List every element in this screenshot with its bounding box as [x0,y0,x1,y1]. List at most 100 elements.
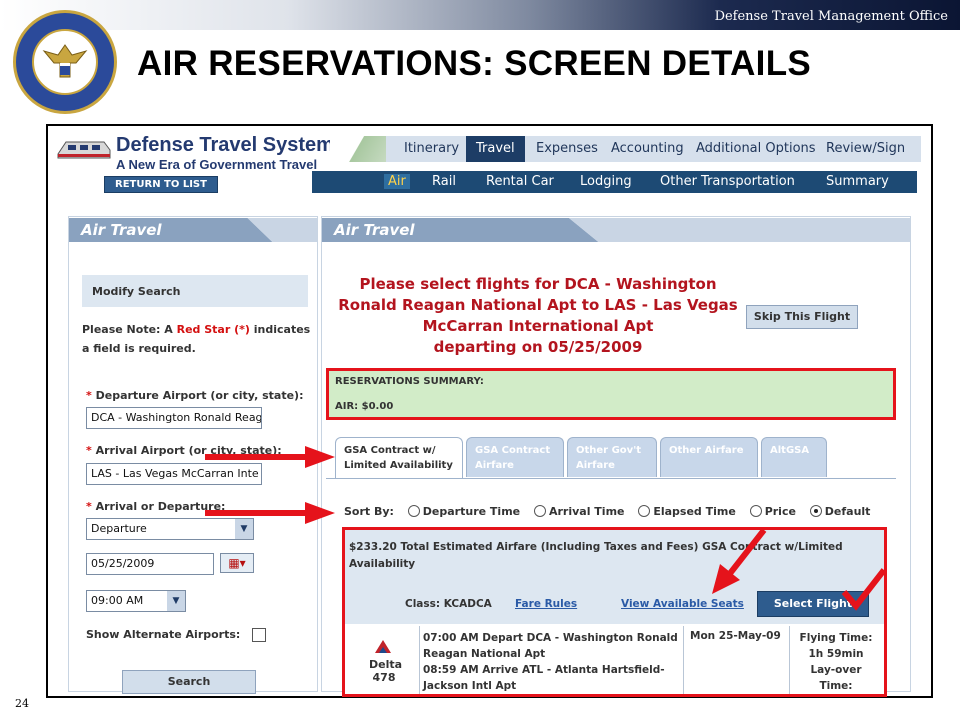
skip-this-flight-button[interactable]: Skip This Flight [746,305,858,329]
tab-altgsa[interactable]: AltGSA [761,437,827,477]
reservations-summary: RESERVATIONS SUMMARY: AIR: $0.00 [326,368,896,420]
column-divider [683,626,684,694]
flight-detail-row: Delta 478 07:00 AM Depart DCA - Washingto… [345,626,884,694]
flight-number: 478 [372,671,396,684]
tab-label-line: Other Gov't [576,445,642,456]
sort-option-label: Arrival Time [548,505,625,518]
flight-selection-prompt: Please select flights for DCA - Washingt… [338,274,738,358]
slide-title: AIR RESERVATIONS: SCREEN DETAILS [137,44,812,83]
departure-airport-input[interactable]: DCA - Washington Ronald Reag [86,407,262,429]
nav-itinerary[interactable]: Itinerary [404,141,459,156]
subnav-rental-car[interactable]: Rental Car [486,174,554,189]
time-select[interactable]: 09:00 AM ▼ [86,590,186,612]
sort-price-radio[interactable] [749,505,762,517]
itinerary-line: 07:00 AM Depart DCA - Washington Ronald [423,632,678,644]
chevron-down-icon[interactable]: ▼ [167,591,185,611]
required-note: Please Note: A Red Star (*) indicates a … [82,320,312,358]
return-to-list-button[interactable]: RETURN TO LIST [104,176,218,193]
sort-option-label: Elapsed Time [653,505,736,518]
note-prefix: Please Note: A [82,323,177,336]
sort-option-label: Price [764,505,796,518]
sort-by-label: Sort By: [344,505,394,518]
sort-departure-time-radio[interactable] [407,505,420,517]
sort-elapsed-time-radio[interactable] [638,505,651,517]
arrow-to-seats-icon [712,528,767,594]
required-star: * [86,444,92,457]
result-fare-title: $233.20 Total Estimated Airfare (Includi… [349,541,843,570]
nav-additional-options[interactable]: Additional Options [696,141,816,156]
itinerary-line: 08:59 AM Arrive ATL - Atlanta Hartsfield… [423,664,665,676]
flying-time: Flying Time: 1h 59min Lay-over Time: [791,630,881,694]
eagle-icon [42,44,88,78]
seal-center [32,29,98,95]
app-logo-title: Defense Travel System [116,134,334,156]
train-logo-icon [57,141,111,159]
itinerary-line: Reagan National Apt [423,648,546,660]
itinerary-line: Jackson Intl Apt [423,680,517,692]
nav-review-sign[interactable]: Review/Sign [826,141,905,156]
view-available-seats-link[interactable]: View Available Seats [621,598,744,610]
alternate-airports-label: Show Alternate Airports: [86,628,241,641]
delta-logo-accent [379,647,387,653]
flying-time-line: Flying Time: [799,632,873,644]
page-number: 24 [15,697,29,710]
sort-option-label: Default [824,505,871,518]
result-summary: $233.20 Total Estimated Airfare (Includi… [345,530,884,624]
tab-label-line: Limited Availability [344,460,453,471]
flying-time-line: Lay-over [810,664,862,676]
tab-label-line: Airfare [475,460,514,471]
arrow-to-sort-icon [205,502,335,524]
nav-decoration [330,136,390,162]
summary-title: RESERVATIONS SUMMARY: [335,376,484,387]
calendar-icon[interactable]: ▦▾ [220,553,254,573]
tab-other-govt-airfare[interactable]: Other Gov't Airfare [567,437,657,477]
airline-name: Delta 478 [369,658,403,684]
tab-label-line: GSA Contract w/ [344,445,436,456]
arr-dep-value: Departure [91,522,147,535]
nav-accounting[interactable]: Accounting [611,141,684,156]
nav-travel[interactable]: Travel [466,136,525,162]
checkmark-icon [841,568,887,611]
sort-default-radio[interactable] [809,505,822,517]
app-logo-subtitle: A New Era of Government Travel [116,157,318,172]
tab-divider [326,478,896,479]
tab-other-airfare[interactable]: Other Airfare [660,437,758,477]
required-star: * [86,389,92,402]
flying-time-line: Time: [819,680,853,692]
arrow-to-tabs-icon [205,446,335,468]
prompt-line: Please select flights for DCA - Washingt… [359,275,717,293]
departure-airport-label: * Departure Airport (or city, state): [86,389,303,402]
search-button[interactable]: Search [122,670,256,694]
subnav-summary[interactable]: Summary [826,174,889,189]
flight-result: $233.20 Total Estimated Airfare (Includi… [342,527,887,697]
modify-search-bar[interactable]: Modify Search [82,275,308,307]
column-divider [419,626,420,694]
itinerary-details: 07:00 AM Depart DCA - Washington Ronald … [423,630,681,694]
app-header: Defense Travel System A New Era of Gover… [48,126,931,198]
date-input[interactable]: 05/25/2009 [86,553,214,575]
airline-label: Delta [369,658,403,671]
departure-label-text: Departure Airport (or city, state): [95,389,304,402]
sort-arrival-time-radio[interactable] [533,505,546,517]
prompt-line: Ronald Reagan National Apt to LAS - Las … [338,296,738,314]
tab-gsa-contract-airfare[interactable]: GSA Contract Airfare [466,437,564,477]
subnav-lodging[interactable]: Lodging [580,174,632,189]
sub-nav: Air Rail Rental Car Lodging Other Transp… [312,171,917,193]
subnav-other-transportation[interactable]: Other Transportation [660,174,795,189]
subnav-rail[interactable]: Rail [432,174,456,189]
subnav-air[interactable]: Air [384,174,410,189]
nav-expenses[interactable]: Expenses [536,141,598,156]
dod-seal [13,10,117,114]
sort-by-row: Sort By: Departure Time Arrival Time Ela… [344,505,870,518]
column-divider [789,626,790,694]
tab-label-line: AltGSA [770,445,810,456]
result-class: Class: KCADCA [405,598,492,610]
tab-label-line: Airfare [576,460,615,471]
tab-label-line: Other Airfare [669,445,744,456]
fare-rules-link[interactable]: Fare Rules [515,598,577,610]
tab-gsa-contract-limited[interactable]: GSA Contract w/Limited Availability [335,437,463,479]
summary-air-total: AIR: $0.00 [335,401,394,412]
prompt-line: departing on 05/25/2009 [433,338,643,356]
alternate-airports-checkbox[interactable] [252,628,266,642]
flying-time-line: 1h 59min [808,648,864,660]
